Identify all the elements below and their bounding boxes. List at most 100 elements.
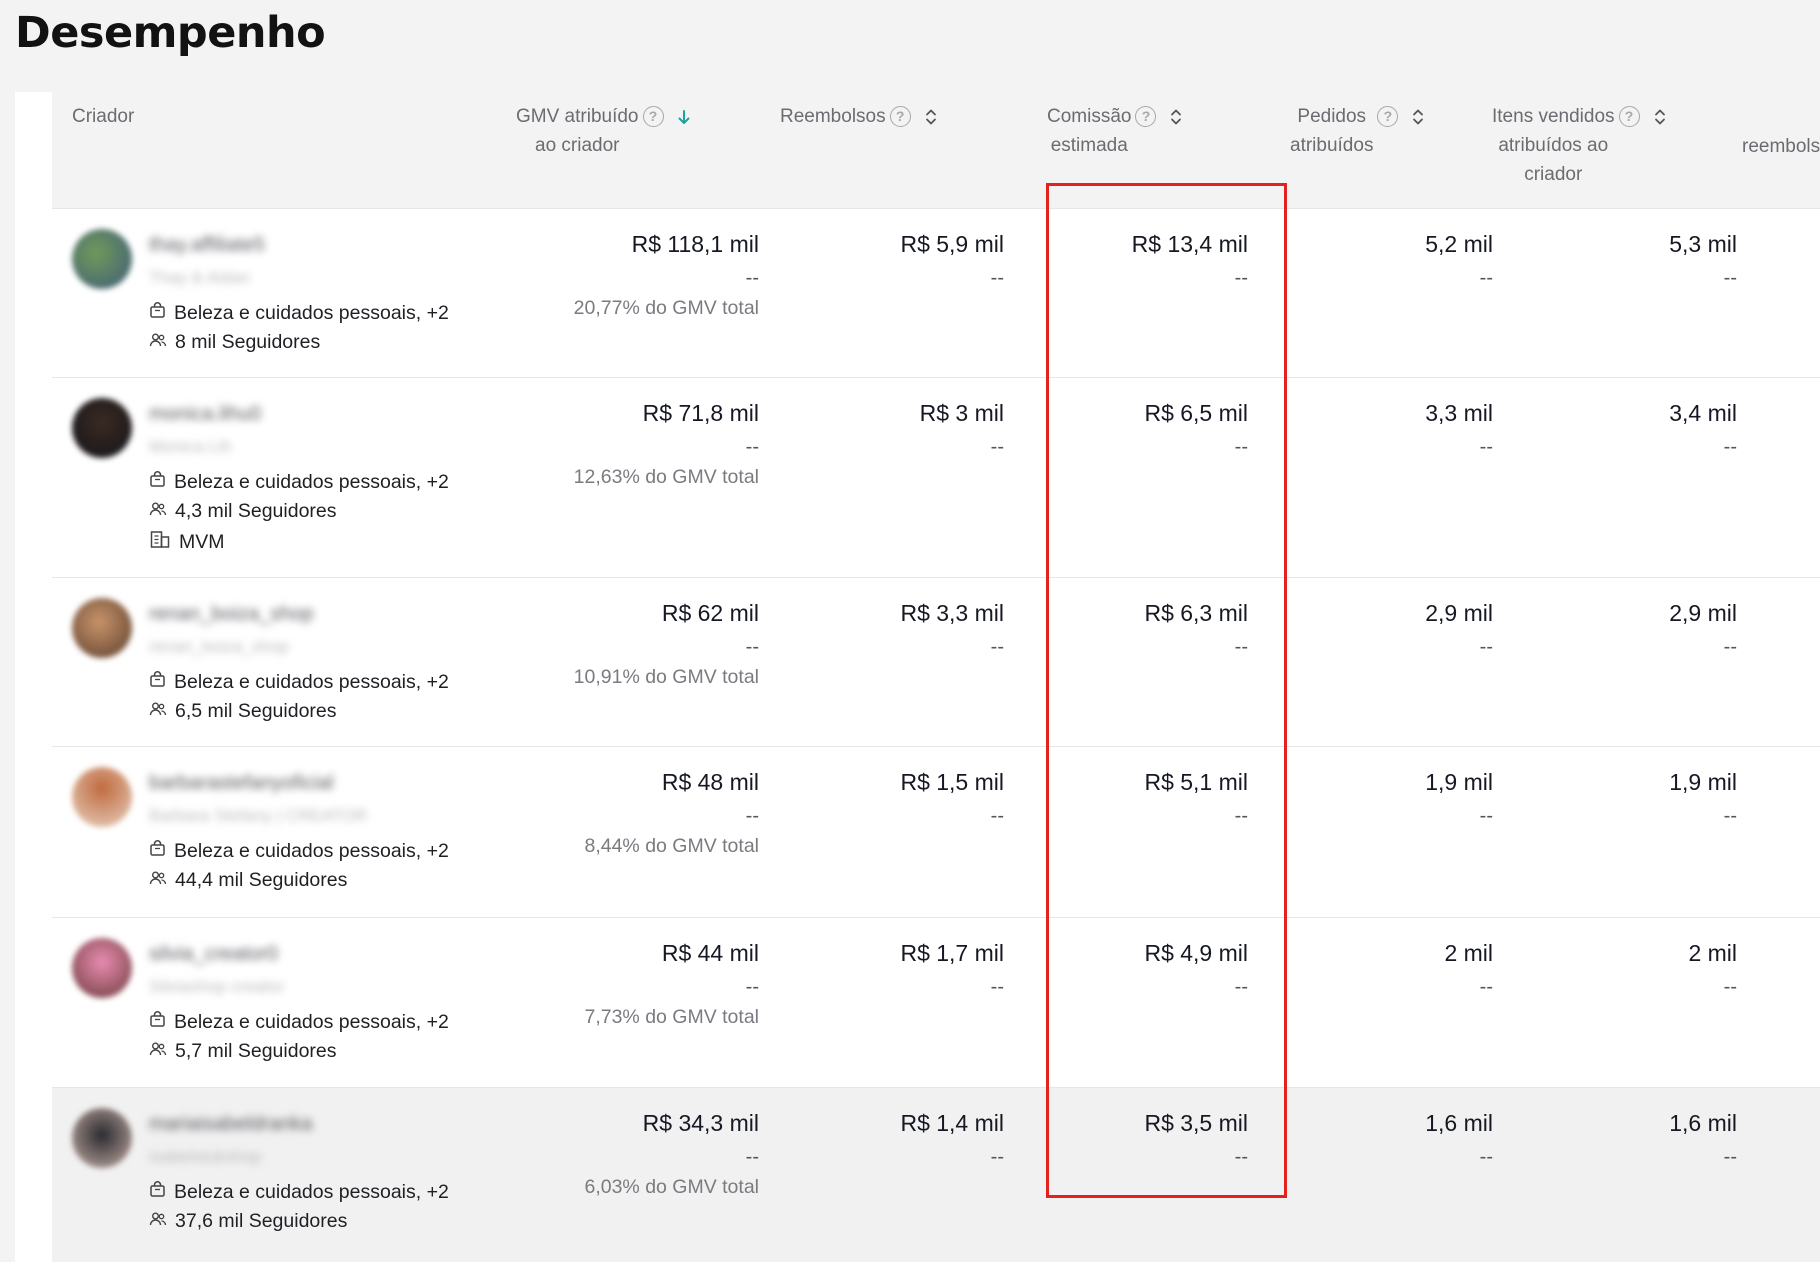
creator-display-name: Monica Lih [149,437,232,456]
creator-followers-text: 8 mil Seguidores [175,331,321,353]
col-extra-header[interactable]: reembols [1742,132,1820,161]
avatar[interactable] [72,229,132,289]
refunds-comparison: -- [990,267,1004,289]
table-row[interactable]: barbarastefanyoficial Barbara Stefany | C… [52,746,1820,918]
col-orders-label-line1: Pedidos [1297,106,1367,127]
creator-display-name: Barbara Stefany | CREATOR [149,806,368,825]
page-title: Desempenho [15,8,326,58]
shopping-bag-icon [149,840,174,863]
question-circle-icon[interactable]: ? [1618,106,1640,127]
table-row[interactable]: monica.lihu0 Monica Lih Beleza e cuidados … [52,377,1820,578]
col-gmv-label-line1: GMV atribuído [516,106,639,127]
table-row[interactable]: thay.affiliate5 Thay & Aidan Beleza e cuid… [52,208,1820,378]
avatar[interactable] [72,1108,132,1168]
commission-value: R$ 6,5 mil [1144,400,1248,426]
items-comparison: -- [1723,1146,1737,1168]
creator-category-text: Beleza e cuidados pessoais, +2 [174,671,449,693]
col-items-header[interactable]: Itens vendidos atribuídos ao criador ? [1492,102,1666,189]
gmv-share: 8,44% do GMV total [584,835,759,857]
table-row[interactable]: mariaisabeldranka isabelstukshop Beleza e … [52,1087,1820,1262]
table-row[interactable]: renan_boiza_shop renan_boiza_shop Beleza e… [52,577,1820,747]
col-creator-header: Criador [72,102,134,131]
gmv-value: R$ 62 mil [661,600,759,626]
creator-username[interactable]: mariaisabeldranka [149,1113,312,1136]
building-icon [149,528,179,556]
shopping-bag-icon [149,471,174,494]
users-icon [149,700,175,723]
col-gmv-header[interactable]: GMV atribuído ao criador ? [516,102,690,160]
avatar[interactable] [72,767,132,827]
sort-updown-icon[interactable] [1654,108,1666,126]
refunds-comparison: -- [990,1146,1004,1168]
col-refunds-header[interactable]: Reembolsos ? [780,102,937,131]
creator-username[interactable]: thay.affiliate5 [149,234,265,257]
orders-value: 3,3 mil [1425,400,1493,426]
gmv-share: 6,03% do GMV total [584,1176,759,1198]
creator-category: Beleza e cuidados pessoais, +2 [149,671,449,694]
commission-comparison: -- [1234,436,1248,458]
gmv-comparison: -- [745,1146,759,1168]
creator-followers-text: 5,7 mil Seguidores [175,1040,337,1062]
shopping-bag-icon [149,1181,174,1204]
users-icon [149,1040,175,1063]
creator-username[interactable]: monica.lihu0 [149,403,261,426]
gmv-comparison: -- [745,267,759,289]
items-comparison: -- [1723,267,1737,289]
avatar[interactable] [72,938,132,998]
question-circle-icon[interactable]: ? [1377,106,1399,127]
shopping-bag-icon [149,671,174,694]
items-value: 5,3 mil [1669,231,1737,257]
avatar[interactable] [72,598,132,658]
items-value: 1,6 mil [1669,1110,1737,1136]
avatar[interactable] [72,398,132,458]
creator-username[interactable]: renan_boiza_shop [149,603,314,626]
creator-username[interactable]: barbarastefanyoficial [149,772,334,795]
commission-value: R$ 13,4 mil [1131,231,1248,257]
col-items-label-line1: Itens vendidos [1492,106,1615,127]
refunds-comparison: -- [990,976,1004,998]
gmv-value: R$ 44 mil [661,940,759,966]
col-commission-header[interactable]: Comissão estimada ? [1047,102,1182,160]
col-gmv-label-line2: ao criador [535,135,620,156]
table-row[interactable]: silvia_creator0 Silviashop creator Beleza … [52,917,1820,1088]
gmv-value: R$ 34,3 mil [642,1110,759,1136]
creator-followers: 37,6 mil Seguidores [149,1210,347,1233]
orders-comparison: -- [1479,267,1493,289]
commission-comparison: -- [1234,267,1248,289]
orders-value: 2,9 mil [1425,600,1493,626]
orders-value: 5,2 mil [1425,231,1493,257]
items-comparison: -- [1723,436,1737,458]
refunds-comparison: -- [990,436,1004,458]
creator-category-text: Beleza e cuidados pessoais, +2 [174,302,449,324]
users-icon [149,869,175,892]
question-circle-icon[interactable]: ? [889,106,911,127]
col-orders-header[interactable]: Pedidos atribuídos ? [1290,102,1424,160]
col-creator-label: Criador [72,106,135,127]
sort-updown-icon[interactable] [1170,108,1182,126]
question-circle-icon[interactable]: ? [1135,106,1157,127]
gmv-comparison: -- [745,436,759,458]
commission-value: R$ 6,3 mil [1144,600,1248,626]
commission-comparison: -- [1234,636,1248,658]
sort-updown-icon[interactable] [925,108,937,126]
users-icon [149,1210,175,1233]
creator-followers: 5,7 mil Seguidores [149,1040,337,1063]
refunds-comparison: -- [990,636,1004,658]
commission-comparison: -- [1234,805,1248,827]
gmv-share: 10,91% do GMV total [573,666,759,688]
creator-agency: MVM [149,528,225,556]
creator-username[interactable]: silvia_creator0 [149,943,278,966]
left-strip [15,92,52,1262]
creator-category-text: Beleza e cuidados pessoais, +2 [174,471,449,493]
creator-followers: 4,3 mil Seguidores [149,500,337,523]
gmv-comparison: -- [745,805,759,827]
question-circle-icon[interactable]: ? [642,106,664,127]
refunds-value: R$ 3 mil [919,400,1004,426]
gmv-share: 12,63% do GMV total [573,466,759,488]
refunds-comparison: -- [990,805,1004,827]
arrow-down-icon[interactable] [678,108,690,126]
orders-value: 2 mil [1444,940,1493,966]
creator-category: Beleza e cuidados pessoais, +2 [149,302,449,325]
sort-updown-icon[interactable] [1412,108,1424,126]
items-value: 3,4 mil [1669,400,1737,426]
